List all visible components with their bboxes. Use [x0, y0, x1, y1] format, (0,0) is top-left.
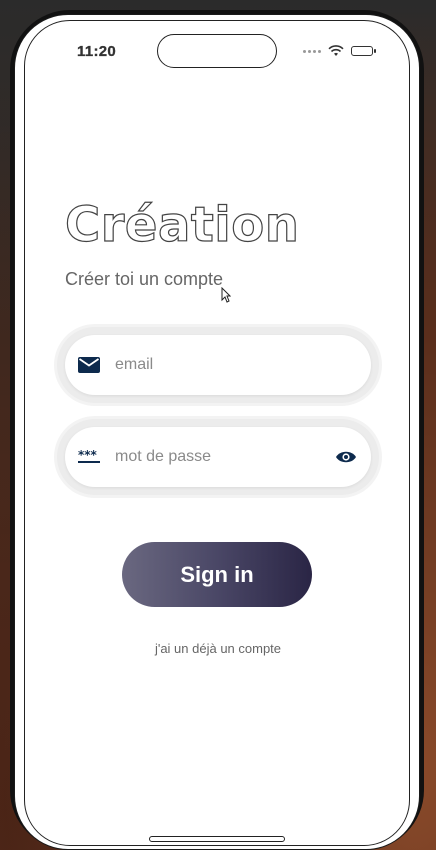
battery-icon [351, 46, 376, 56]
dynamic-island [157, 34, 277, 68]
sign-in-button[interactable]: Sign in [122, 542, 312, 607]
envelope-icon [77, 353, 101, 377]
password-input[interactable] [113, 447, 333, 467]
existing-account-link[interactable]: j'ai un déjà un compte [25, 641, 409, 656]
password-dots-icon: *** [77, 445, 101, 469]
eye-icon[interactable] [333, 444, 359, 470]
page-subtitle: Créer toi un compte [65, 269, 224, 289]
wifi-icon [328, 45, 344, 56]
email-field-wrapper [65, 335, 371, 395]
signal-icon [303, 49, 321, 53]
svg-text:***: *** [78, 450, 98, 462]
home-indicator[interactable] [149, 836, 285, 842]
status-icons [303, 45, 376, 57]
app-screen: 11:20 Création Créer toi un compte email… [24, 20, 410, 846]
mouse-cursor-icon [221, 287, 231, 303]
status-time: 11:20 [77, 43, 117, 60]
password-field-container: *** [57, 419, 379, 495]
email-field-container [57, 327, 379, 403]
email-input[interactable] [113, 355, 371, 375]
password-field-wrapper: *** [65, 427, 371, 487]
page-title: Création [64, 196, 300, 253]
